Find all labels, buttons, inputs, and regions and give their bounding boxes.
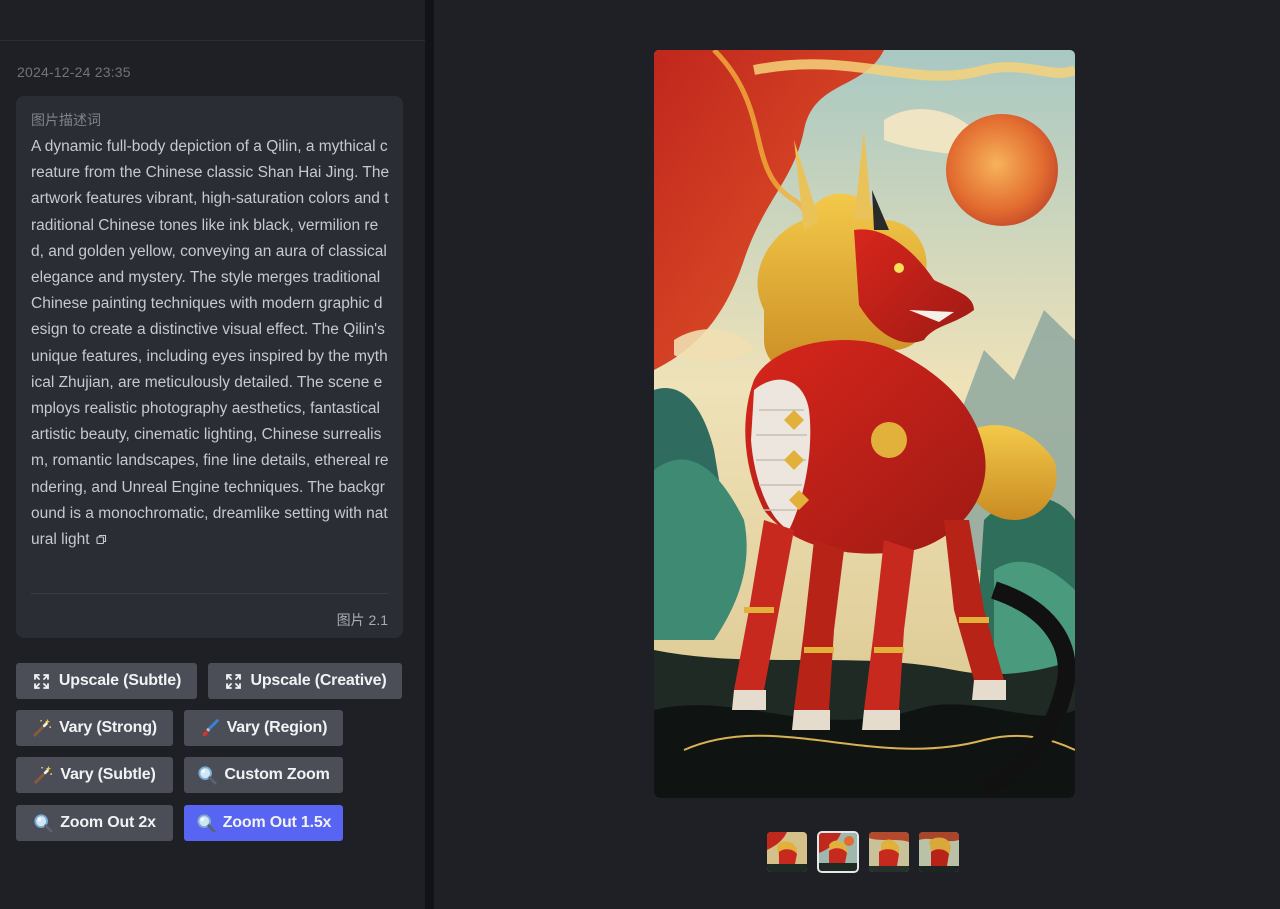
thumbnail-strip	[767, 831, 959, 873]
magnifier-icon	[33, 813, 53, 833]
vary-region-label: Vary (Region)	[226, 719, 328, 736]
vary-subtle-button[interactable]: Vary (Subtle)	[16, 757, 173, 793]
image-viewer	[434, 0, 1280, 909]
zoom-out-2x-label: Zoom Out 2x	[60, 814, 156, 831]
top-divider	[0, 40, 425, 41]
custom-zoom-button[interactable]: Custom Zoom	[184, 757, 343, 793]
left-panel: 2024-12-24 23:35 图片描述词 A dynamic full-bo…	[0, 0, 425, 909]
prompt-text-block: A dynamic full-body depiction of a Qilin…	[31, 134, 391, 553]
vary-region-button[interactable]: Vary (Region)	[184, 710, 343, 746]
prompt-text[interactable]: A dynamic full-body depiction of a Qilin…	[31, 138, 389, 548]
timestamp: 2024-12-24 23:35	[17, 64, 131, 80]
zoom-out-1-5x-button[interactable]: Zoom Out 1.5x	[184, 805, 343, 841]
magic-wand-icon	[33, 765, 53, 785]
custom-zoom-label: Custom Zoom	[224, 766, 330, 783]
expand-arrows-icon	[223, 671, 243, 691]
card-divider	[31, 593, 388, 594]
prompt-card: 图片描述词 A dynamic full-body depiction of a…	[16, 96, 403, 638]
thumbnail-3[interactable]	[869, 832, 909, 872]
vary-strong-button[interactable]: Vary (Strong)	[16, 710, 173, 746]
upscale-creative-button[interactable]: Upscale (Creative)	[208, 663, 402, 699]
magnifier-icon	[197, 765, 217, 785]
magnifier-icon	[196, 813, 216, 833]
upscale-subtle-button[interactable]: Upscale (Subtle)	[16, 663, 197, 699]
thumbnail-4[interactable]	[919, 832, 959, 872]
zoom-out-2x-button[interactable]: Zoom Out 2x	[16, 805, 173, 841]
image-number-label: 图片 2.1	[336, 612, 388, 628]
upscale-creative-label: Upscale (Creative)	[250, 672, 387, 689]
prompt-heading: 图片描述词	[31, 112, 101, 128]
panel-splitter[interactable]	[425, 0, 434, 909]
vary-strong-label: Vary (Strong)	[59, 719, 157, 736]
paintbrush-icon	[200, 718, 220, 738]
copy-icon[interactable]	[96, 528, 107, 545]
magic-wand-icon	[32, 718, 52, 738]
thumbnail-1[interactable]	[767, 832, 807, 872]
thumbnail-2-selected[interactable]	[817, 831, 859, 873]
zoom-out-1-5x-label: Zoom Out 1.5x	[222, 814, 332, 831]
generated-image[interactable]	[654, 50, 1075, 798]
app-window: 2024-12-24 23:35 图片描述词 A dynamic full-bo…	[0, 0, 1280, 909]
expand-arrows-icon	[32, 671, 52, 691]
vary-subtle-label: Vary (Subtle)	[60, 766, 156, 783]
upscale-subtle-label: Upscale (Subtle)	[58, 672, 182, 689]
